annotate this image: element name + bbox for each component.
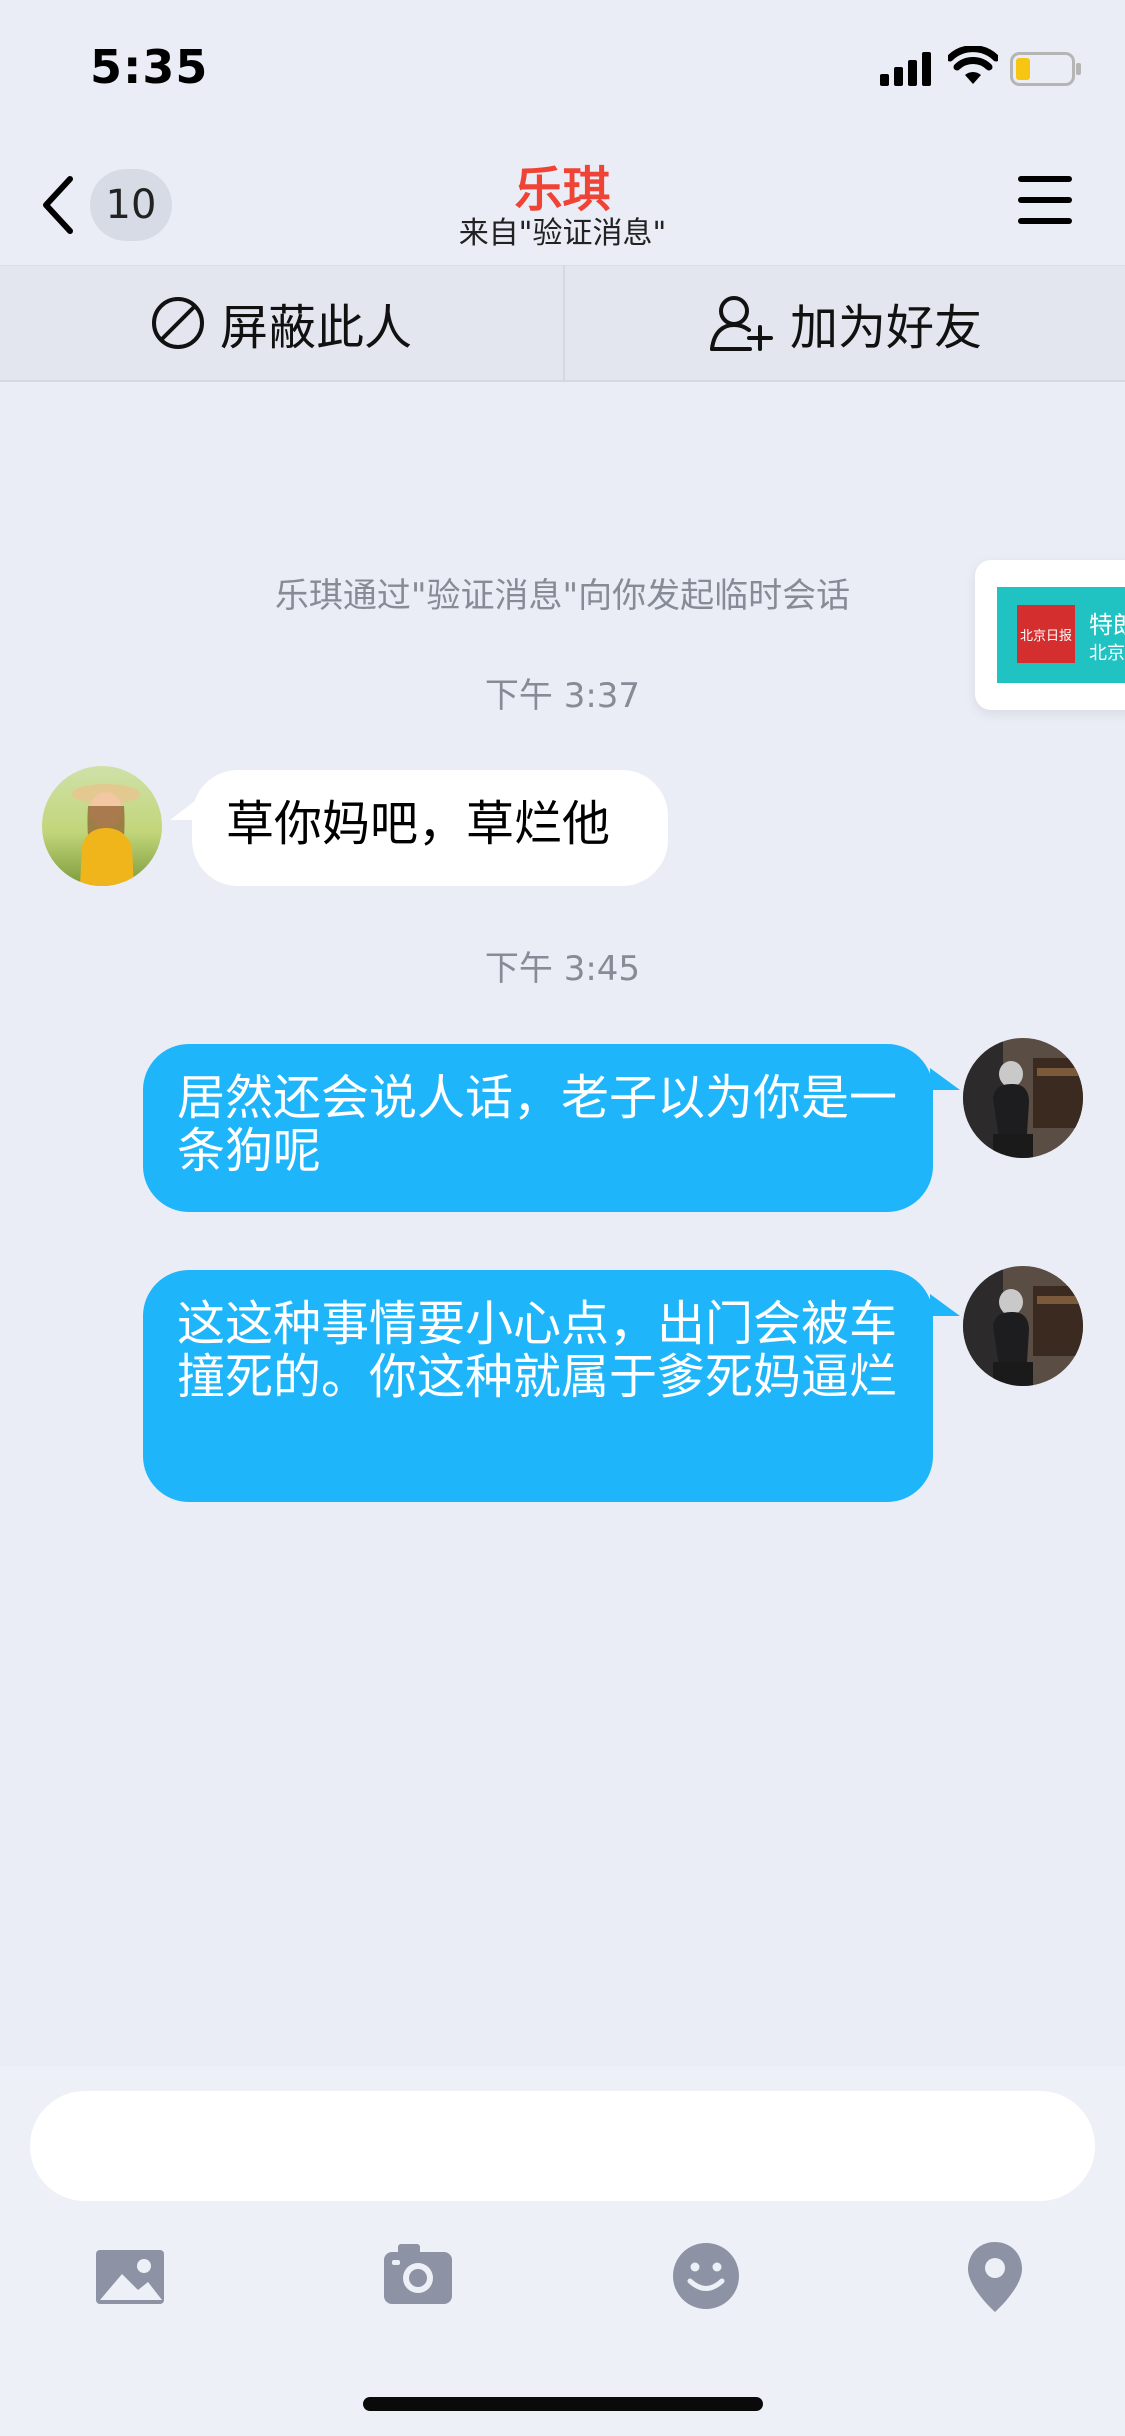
news-subtitle: 北京 [1089, 643, 1125, 664]
menu-line [1018, 197, 1072, 203]
message-text: 草你妈吧，草烂他 [226, 796, 611, 852]
system-notice: 乐琪通过"验证消息"向你发起临时会话 [274, 576, 851, 616]
battery-icon [1010, 52, 1081, 86]
contact-avatar-image [42, 766, 162, 886]
camera-icon[interactable] [378, 2236, 458, 2316]
home-indicator [363, 2397, 763, 2411]
news-logo: 北京日报 [1017, 605, 1075, 663]
my-avatar-image [963, 1266, 1083, 1386]
message-timestamp: 下午 3:45 [484, 949, 641, 989]
menu-button[interactable] [1018, 170, 1074, 230]
news-title: 特朗 [1089, 611, 1125, 639]
menu-line [1018, 218, 1072, 224]
message-timestamp: 下午 3:37 [484, 676, 641, 716]
add-friend-label: 加为好友 [789, 300, 982, 356]
chat-header: 10 乐琪 来自"验证消息" [0, 140, 1125, 265]
block-user-label: 屏蔽此人 [219, 300, 412, 356]
wifi-icon [948, 46, 998, 84]
block-icon [151, 297, 204, 349]
status-bar: 5:35 [0, 0, 1125, 140]
my-avatar[interactable] [963, 1266, 1083, 1386]
status-time: 5:35 [90, 40, 209, 94]
image-icon[interactable] [90, 2236, 170, 2316]
contact-avatar[interactable] [42, 766, 162, 886]
cellular-signal-icon [880, 52, 931, 86]
stranger-action-bar: 屏蔽此人 加为好友 [0, 265, 1125, 382]
emoji-icon[interactable] [666, 2236, 746, 2316]
outgoing-message-bubble[interactable]: 居然还会说人话，老子以为你是一条狗呢 [143, 1044, 933, 1212]
floating-news-card[interactable]: 北京日报 特朗 北京 [975, 560, 1125, 710]
add-friend-button[interactable]: 加为好友 [563, 266, 1125, 380]
bubble-tail [930, 1294, 960, 1316]
menu-line [1018, 176, 1072, 182]
message-text: 居然还会说人话，老子以为你是一条狗呢 [177, 1070, 898, 1179]
my-avatar-image [963, 1038, 1083, 1158]
news-card-banner: 北京日报 特朗 北京 [997, 587, 1125, 683]
message-text: 这这种事情要小心点，出门会被车撞死的。你这种就属于爹死妈逼烂 [177, 1296, 898, 1405]
input-area [0, 2066, 1125, 2436]
message-input[interactable] [30, 2091, 1095, 2201]
add-friend-icon [709, 296, 773, 351]
location-icon[interactable] [955, 2236, 1035, 2316]
block-user-button[interactable]: 屏蔽此人 [0, 266, 562, 380]
outgoing-message-bubble[interactable]: 这这种事情要小心点，出门会被车撞死的。你这种就属于爹死妈逼烂 [143, 1270, 933, 1502]
bubble-tail [930, 1068, 960, 1090]
contact-source: 来自"验证消息" [458, 216, 667, 251]
incoming-message-bubble[interactable]: 草你妈吧，草烂他 [192, 770, 668, 886]
my-avatar[interactable] [963, 1038, 1083, 1158]
